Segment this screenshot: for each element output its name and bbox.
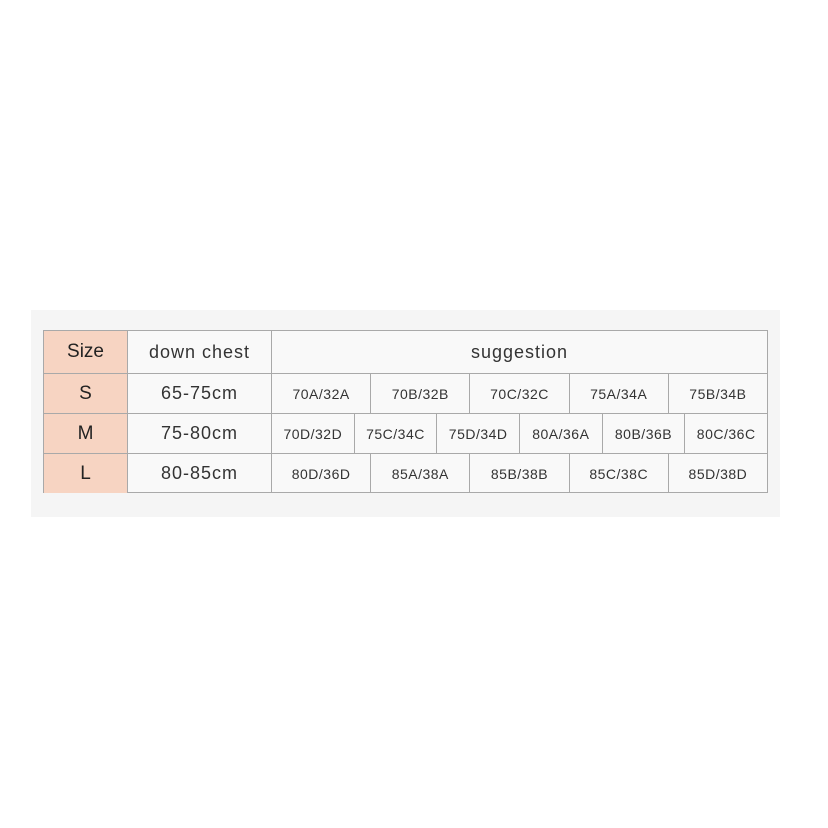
- suggestion-group: 70A/32A 70B/32B 70C/32C 75A/34A 75B/34B: [272, 374, 768, 414]
- size-chart-table: Size down chest suggestion S 65-75cm 70A…: [43, 330, 768, 493]
- suggestion-cell: 85B/38B: [470, 454, 570, 493]
- suggestion-cell: 75D/34D: [437, 414, 520, 454]
- size-cell: M: [44, 414, 128, 454]
- suggestion-cell: 70D/32D: [271, 414, 355, 454]
- header-down-chest: down chest: [128, 331, 272, 374]
- suggestion-cell: 70C/32C: [470, 374, 570, 414]
- suggestion-cell: 75C/34C: [354, 414, 438, 454]
- suggestion-cell: 80A/36A: [520, 414, 603, 454]
- suggestion-cell: 85D/38D: [688, 465, 748, 482]
- size-cell: L: [44, 454, 128, 493]
- header-row: Size down chest suggestion: [44, 331, 767, 374]
- table-row: S 65-75cm 70A/32A 70B/32B 70C/32C 75A/34…: [44, 374, 768, 414]
- header-size: Size: [44, 331, 128, 374]
- suggestion-cell: 75B/34B: [668, 374, 768, 414]
- chest-cell: 80-85cm: [128, 454, 272, 493]
- size-cell: S: [44, 374, 128, 414]
- chest-cell: 75-80cm: [128, 414, 272, 454]
- suggestion-cell: 75A/34A: [569, 374, 669, 414]
- suggestion-cell: 85A/38A: [371, 454, 471, 493]
- chest-cell: 65-75cm: [128, 374, 272, 414]
- suggestion-cell: 70B/32B: [371, 374, 471, 414]
- table-row: L 80-85cm 80D/36D 85A/38A 85B/38B 85C/38…: [44, 454, 767, 493]
- header-suggestion: suggestion: [272, 331, 767, 374]
- suggestion-cell: 80B/36B: [602, 414, 686, 454]
- table-row: M 75-80cm 70D/32D 75C/34C 75D/34D 80A/36…: [44, 414, 768, 454]
- suggestion-cell: 80C/36C: [685, 414, 768, 454]
- suggestion-group: 70D/32D 75C/34C 75D/34D 80A/36A 80B/36B …: [271, 414, 768, 454]
- suggestion-group: 80D/36D 85A/38A 85B/38B 85C/38C 85D/38D: [272, 454, 767, 493]
- suggestion-cell: 80D/36D: [272, 454, 372, 493]
- suggestion-cell: 70A/32A: [272, 374, 372, 414]
- suggestion-cell: 85C/38C: [570, 454, 669, 493]
